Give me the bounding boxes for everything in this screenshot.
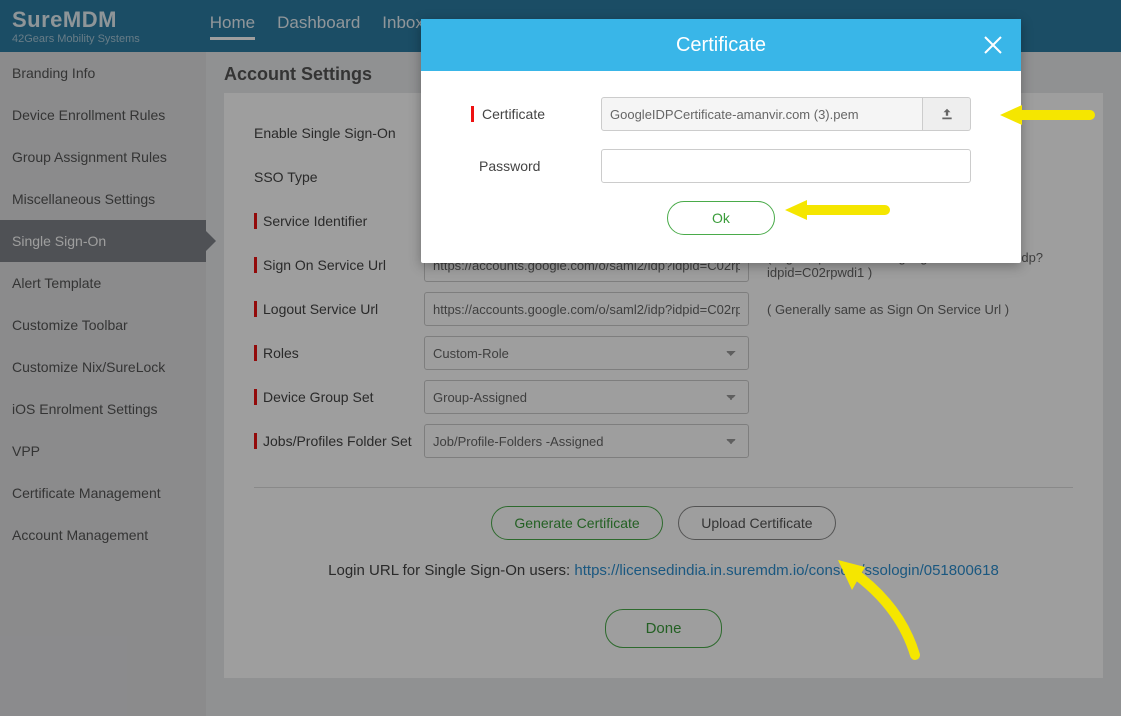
- modal-cert-input[interactable]: [601, 97, 923, 131]
- modal-header: Certificate: [421, 19, 1021, 71]
- modal-cert-label: Certificate: [471, 106, 601, 122]
- modal-password-input[interactable]: [601, 149, 971, 183]
- modal-password-label: Password: [471, 158, 601, 174]
- certificate-modal: Certificate Certificate Password: [421, 19, 1021, 263]
- close-icon[interactable]: [981, 33, 1005, 57]
- modal-title: Certificate: [676, 34, 766, 57]
- upload-icon[interactable]: [923, 97, 971, 131]
- modal-ok-button[interactable]: Ok: [667, 201, 775, 235]
